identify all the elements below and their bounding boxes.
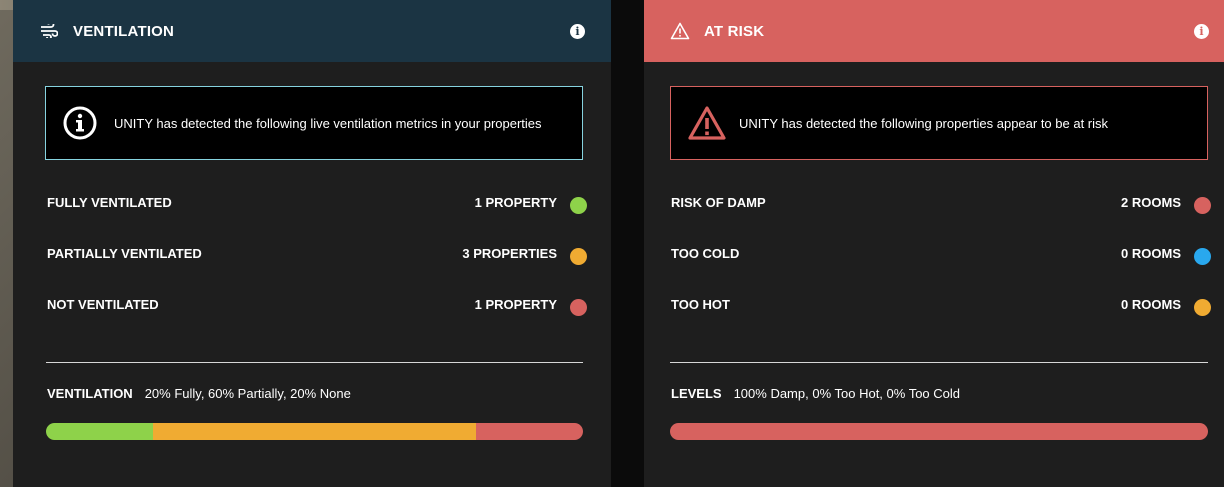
metric-label: FULLY VENTILATED [47, 195, 172, 210]
status-dot-blue [1194, 248, 1211, 265]
levels-summary: LEVELS 100% Damp, 0% Too Hot, 0% Too Cold [671, 386, 960, 401]
metric-fully-ventilated[interactable]: FULLY VENTILATED 1 PROPERTY [47, 190, 587, 241]
metric-value: 1 PROPERTY [474, 195, 557, 210]
info-icon[interactable]: i [570, 24, 585, 39]
ventilation-header: VENTILATION i [13, 0, 611, 62]
metric-label: TOO COLD [671, 246, 740, 261]
bar-segment [475, 423, 583, 440]
metric-risk-of-damp[interactable]: RISK OF DAMP 2 ROOMS [671, 190, 1211, 241]
bar-segment [46, 423, 154, 440]
status-dot-amber [1194, 299, 1211, 316]
levels-progress-bar [670, 423, 1208, 440]
ventilation-panel: VENTILATION i UNITY has detected the fol… [13, 0, 611, 487]
at-risk-notice: UNITY has detected the following propert… [670, 86, 1208, 160]
at-risk-title: AT RISK [704, 22, 765, 40]
ventilation-metrics: FULLY VENTILATED 1 PROPERTY PARTIALLY VE… [47, 190, 587, 343]
metric-not-ventilated[interactable]: NOT VENTILATED 1 PROPERTY [47, 292, 587, 343]
metric-too-hot[interactable]: TOO HOT 0 ROOMS [671, 292, 1211, 343]
summary-text: 20% Fully, 60% Partially, 20% None [144, 386, 351, 401]
at-risk-metrics: RISK OF DAMP 2 ROOMS TOO COLD 0 ROOMS TO… [671, 190, 1211, 343]
panel-gap [611, 0, 644, 487]
status-dot-amber [570, 248, 587, 265]
divider [46, 362, 583, 363]
metric-value: 2 ROOMS [1121, 195, 1181, 210]
ventilation-notice-text: UNITY has detected the following live ve… [114, 115, 542, 131]
summary-text: 100% Damp, 0% Too Hot, 0% Too Cold [733, 386, 961, 401]
airflow-icon [39, 21, 59, 41]
metric-value: 0 ROOMS [1121, 246, 1181, 261]
ventilation-progress-bar [46, 423, 583, 440]
ventilation-notice: UNITY has detected the following live ve… [45, 86, 583, 160]
ventilation-summary: VENTILATION 20% Fully, 60% Partially, 20%… [47, 386, 351, 401]
warning-triangle-icon [687, 105, 726, 141]
bar-segment [153, 423, 476, 440]
metric-label: NOT VENTILATED [47, 297, 159, 312]
status-dot-red [570, 299, 587, 316]
metric-partially-ventilated[interactable]: PARTIALLY VENTILATED 3 PROPERTIES [47, 241, 587, 292]
info-circle-icon [62, 105, 98, 141]
summary-label: VENTILATION [47, 386, 133, 401]
info-icon[interactable]: i [1194, 24, 1209, 39]
summary-label: LEVELS [671, 386, 722, 401]
status-dot-green [570, 197, 587, 214]
metric-value: 1 PROPERTY [474, 297, 557, 312]
ventilation-title: VENTILATION [73, 22, 175, 40]
metric-label: TOO HOT [671, 297, 730, 312]
at-risk-notice-text: UNITY has detected the following propert… [739, 115, 1109, 131]
metric-too-cold[interactable]: TOO COLD 0 ROOMS [671, 241, 1211, 292]
metric-label: RISK OF DAMP [671, 195, 766, 210]
metric-label: PARTIALLY VENTILATED [47, 246, 202, 261]
status-dot-red [1194, 197, 1211, 214]
metric-value: 0 ROOMS [1121, 297, 1181, 312]
at-risk-header: AT RISK i [644, 0, 1224, 62]
bar-segment [670, 423, 1208, 440]
at-risk-panel: AT RISK i UNITY has detected the followi… [644, 0, 1224, 487]
warning-icon [670, 21, 690, 41]
divider [670, 362, 1208, 363]
metric-value: 3 PROPERTIES [462, 246, 557, 261]
